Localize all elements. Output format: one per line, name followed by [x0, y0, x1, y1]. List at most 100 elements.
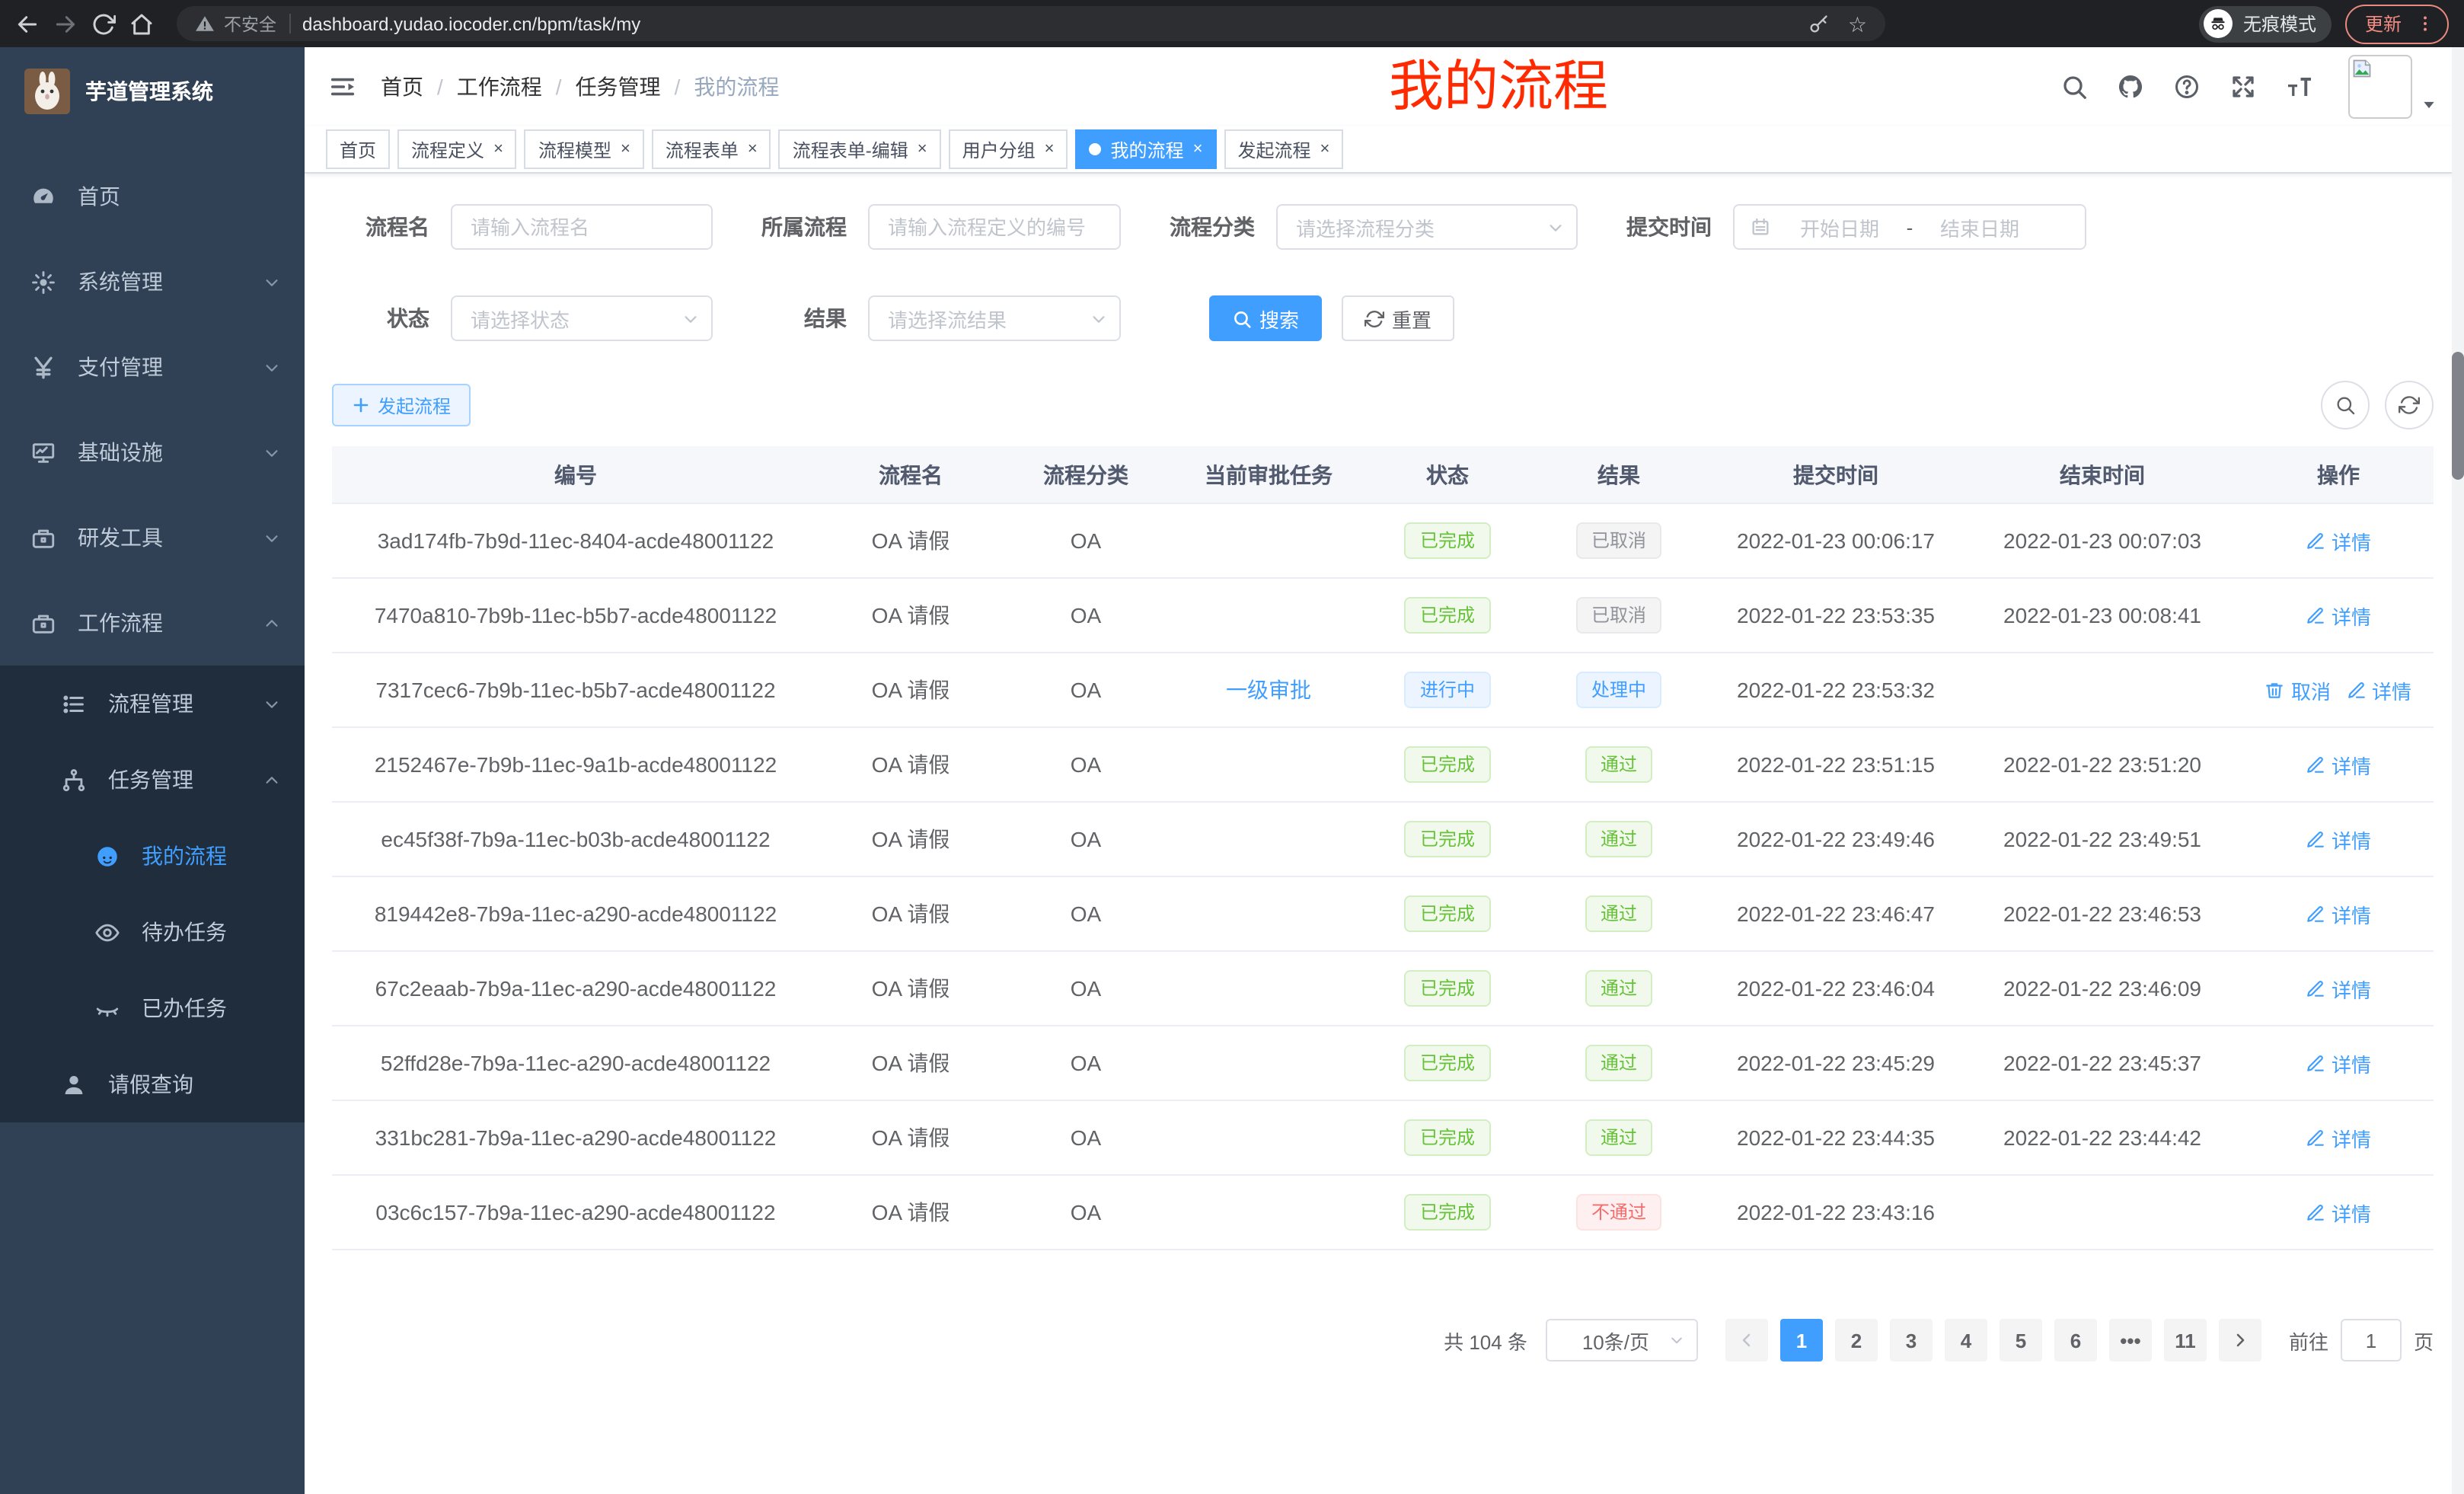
- reload-icon[interactable]: [91, 11, 116, 36]
- sidebar-item-todo-task[interactable]: 待办任务: [0, 894, 305, 970]
- detail-action-link[interactable]: 详情: [2306, 974, 2371, 1003]
- app-logo[interactable]: 芋道管理系统: [0, 47, 305, 132]
- tab-close-icon[interactable]: ×: [748, 141, 758, 158]
- detail-action-link[interactable]: 详情: [2306, 1198, 2371, 1227]
- cell-process-name: OA 请假: [819, 1175, 1002, 1250]
- detail-action-link[interactable]: 详情: [2346, 675, 2411, 704]
- fullscreen-icon[interactable]: [2229, 73, 2257, 101]
- end-date-placeholder[interactable]: 结束日期: [1923, 212, 2036, 241]
- cell-result: 通过: [1527, 727, 1710, 802]
- cell-submit-time: 2022-01-23 00:06:17: [1710, 503, 1961, 578]
- key-icon[interactable]: [1808, 13, 1830, 34]
- cell-actions: 详情: [2243, 802, 2434, 876]
- sidebar-item-process-mgmt[interactable]: 流程管理: [0, 666, 305, 742]
- process-def-input[interactable]: [868, 204, 1121, 250]
- sidebar-item-done-task[interactable]: 已办任务: [0, 970, 305, 1046]
- tab-close-icon[interactable]: ×: [1193, 141, 1203, 158]
- search-icon[interactable]: [2060, 73, 2088, 101]
- user-avatar[interactable]: [2348, 55, 2437, 119]
- page-size-select[interactable]: 10条/页: [1546, 1319, 1698, 1362]
- pager-ellipsis[interactable]: •••: [2109, 1319, 2152, 1362]
- font-size-icon[interactable]: [2286, 73, 2313, 101]
- tab-首页[interactable]: 首页: [326, 129, 390, 169]
- action-label: 取消: [2291, 675, 2331, 704]
- sidebar-item-home[interactable]: 首页: [0, 154, 305, 239]
- sidebar-item-my-process[interactable]: 我的流程: [0, 818, 305, 894]
- goto-page-input[interactable]: [2341, 1319, 2402, 1362]
- tab-流程表单[interactable]: 流程表单×: [652, 129, 771, 169]
- page-button-5[interactable]: 5: [2000, 1319, 2042, 1362]
- detail-action-link[interactable]: 详情: [2306, 601, 2371, 630]
- category-select[interactable]: 请选择流程分类: [1276, 204, 1578, 250]
- pagination-goto: 前往 页: [2289, 1319, 2434, 1362]
- cell-end-time: 2022-01-22 23:51:20: [1961, 727, 2243, 802]
- sidebar-item-leave-query[interactable]: 请假查询: [0, 1046, 305, 1122]
- table-row: 67c2eaab-7b9a-11ec-a290-acde48001122OA 请…: [332, 951, 2434, 1026]
- table-toolbar: 发起流程: [332, 381, 2434, 429]
- page-button-1[interactable]: 1: [1780, 1319, 1823, 1362]
- tab-我的流程[interactable]: 我的流程×: [1076, 129, 1217, 169]
- detail-action-link[interactable]: 详情: [2306, 899, 2371, 928]
- sidebar-item-workflow[interactable]: 工作流程: [0, 580, 305, 666]
- status-select[interactable]: 请选择状态: [451, 295, 713, 341]
- col-header: 状态: [1368, 446, 1527, 503]
- home-icon[interactable]: [129, 11, 154, 36]
- detail-action-link[interactable]: 详情: [2306, 1049, 2371, 1077]
- tab-close-icon[interactable]: ×: [621, 141, 630, 158]
- detail-action-link[interactable]: 详情: [2306, 825, 2371, 854]
- tab-close-icon[interactable]: ×: [493, 141, 503, 158]
- detail-action-link[interactable]: 详情: [2306, 1123, 2371, 1152]
- security-status[interactable]: 不安全: [195, 11, 276, 36]
- next-page-button[interactable]: [2219, 1319, 2261, 1362]
- refresh-icon: [1364, 308, 1384, 328]
- tab-close-icon[interactable]: ×: [1045, 141, 1055, 158]
- date-range-picker[interactable]: 开始日期 - 结束日期: [1733, 204, 2086, 250]
- address-bar[interactable]: 不安全 dashboard.yudao.iocoder.cn/bpm/task/…: [177, 6, 1885, 41]
- back-icon[interactable]: [15, 11, 40, 36]
- page-scrollbar[interactable]: [2452, 47, 2464, 1494]
- sidebar-item-dev[interactable]: 研发工具: [0, 495, 305, 580]
- sidebar-item-infra[interactable]: 基础设施: [0, 410, 305, 495]
- url-text[interactable]: dashboard.yudao.iocoder.cn/bpm/task/my: [302, 13, 1796, 34]
- page-button-4[interactable]: 4: [1945, 1319, 1987, 1362]
- process-name-input[interactable]: [451, 204, 713, 250]
- caret-down-icon[interactable]: [2421, 97, 2437, 113]
- tab-用户分组[interactable]: 用户分组×: [949, 129, 1068, 169]
- page-button-11[interactable]: 11: [2164, 1319, 2207, 1362]
- detail-action-link[interactable]: 详情: [2306, 526, 2371, 555]
- result-select[interactable]: 请选择流结果: [868, 295, 1121, 341]
- tab-发起流程[interactable]: 发起流程×: [1224, 129, 1343, 169]
- forward-icon[interactable]: [53, 11, 78, 36]
- tab-流程定义[interactable]: 流程定义×: [397, 129, 517, 169]
- reset-button[interactable]: 重置: [1342, 295, 1454, 341]
- github-icon[interactable]: [2117, 73, 2144, 101]
- search-button[interactable]: 搜索: [1209, 295, 1322, 341]
- page-button-2[interactable]: 2: [1835, 1319, 1878, 1362]
- current-task-link[interactable]: 一级审批: [1226, 678, 1311, 702]
- sidebar-item-pay[interactable]: 支付管理: [0, 324, 305, 410]
- kebab-menu-icon[interactable]: [2415, 14, 2435, 34]
- scrollbar-thumb[interactable]: [2452, 352, 2464, 480]
- refresh-table-button[interactable]: [2385, 381, 2434, 429]
- page-button-6[interactable]: 6: [2054, 1319, 2097, 1362]
- help-icon[interactable]: [2173, 73, 2201, 101]
- page-button-3[interactable]: 3: [1890, 1319, 1933, 1362]
- create-process-button[interactable]: 发起流程: [332, 384, 471, 426]
- bookmark-star-icon[interactable]: ☆: [1848, 13, 1867, 34]
- start-date-placeholder[interactable]: 开始日期: [1783, 212, 1896, 241]
- tab-流程表单-编辑[interactable]: 流程表单-编辑×: [779, 129, 941, 169]
- breadcrumb-home[interactable]: 首页: [381, 72, 423, 102]
- avatar-broken-image[interactable]: [2348, 55, 2412, 119]
- cell-result: 已取消: [1527, 578, 1710, 653]
- tab-close-icon[interactable]: ×: [918, 141, 927, 158]
- browser-update-button[interactable]: 更新: [2345, 4, 2449, 43]
- toggle-search-button[interactable]: [2321, 381, 2370, 429]
- sidebar-item-task-mgmt[interactable]: 任务管理: [0, 742, 305, 818]
- tab-close-icon[interactable]: ×: [1320, 141, 1329, 158]
- cancel-action-link[interactable]: 取消: [2265, 675, 2331, 704]
- sidebar-item-system[interactable]: 系统管理: [0, 239, 305, 324]
- cell-status: 已完成: [1368, 876, 1527, 951]
- detail-action-link[interactable]: 详情: [2306, 750, 2371, 779]
- sidebar-toggle-icon[interactable]: [305, 73, 381, 101]
- tab-流程模型[interactable]: 流程模型×: [525, 129, 644, 169]
